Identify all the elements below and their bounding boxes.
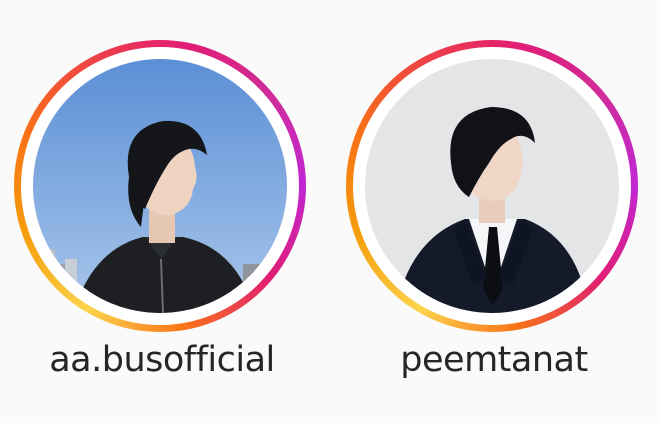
avatar-image [365,59,619,313]
stories-row: aa.busofficial peemtanat [0,0,660,423]
story-username: peemtanat [400,340,588,380]
story-item-aa-busofficial[interactable]: aa.busofficial [8,40,308,400]
story-item-peemtanat[interactable]: peemtanat [340,40,640,400]
story-ring [346,40,638,332]
avatar[interactable] [33,59,287,313]
story-username: aa.busofficial [49,340,275,380]
story-ring [14,40,306,332]
avatar-image [33,59,287,313]
avatar[interactable] [365,59,619,313]
